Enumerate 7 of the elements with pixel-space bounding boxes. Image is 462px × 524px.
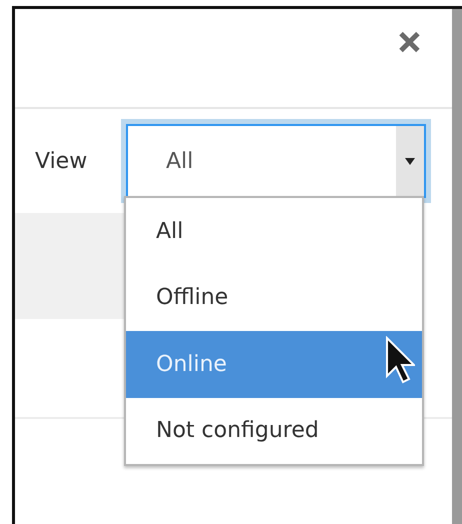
mouse-pointer-icon — [385, 336, 415, 384]
caret-icon — [405, 158, 415, 164]
view-label: View — [35, 148, 88, 176]
dropdown-option[interactable]: Offline — [126, 264, 422, 331]
dropdown-option[interactable]: Not configured — [126, 398, 422, 464]
close-button[interactable]: ✕ — [396, 29, 422, 59]
dropdown-option[interactable]: All — [126, 198, 422, 264]
